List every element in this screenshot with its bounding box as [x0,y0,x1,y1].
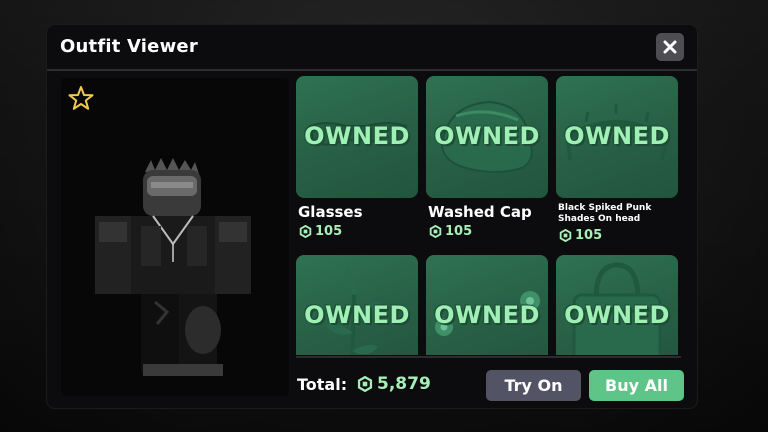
item-thumbnail[interactable]: OWNED [556,76,678,198]
item-card[interactable]: OWNED Black Spiked Punk Shades On head 1… [556,76,678,243]
total-label: Total: [297,375,348,394]
item-price-value: 105 [575,228,603,243]
footer-divider [296,356,681,358]
item-name: Glasses [298,203,363,221]
avatar-figure [95,158,251,376]
avatar-preview[interactable] [61,78,289,396]
try-on-button[interactable]: Try On [486,370,581,401]
close-icon [663,40,677,54]
item-price-value: 105 [315,224,343,239]
item-price: 105 [299,224,418,239]
close-button[interactable] [656,33,684,61]
item-thumbnail[interactable]: OWNED [426,76,548,198]
item-price-value: 105 [445,224,473,239]
modal-header: Outfit Viewer [47,25,697,71]
owned-label: OWNED [564,301,670,329]
item-price: 105 [429,224,548,239]
item-price: 105 [559,228,678,243]
favorite-star-icon[interactable] [68,85,94,111]
outfit-viewer-modal: Outfit Viewer OWNED Glasses 105 OWNED Wa… [47,25,697,408]
robux-icon [559,229,572,242]
item-name: Washed Cap [428,203,532,221]
owned-label: OWNED [564,122,670,150]
owned-label: OWNED [304,301,410,329]
item-card[interactable]: OWNED [426,255,548,355]
item-name: Black Spiked Punk Shades On head [558,203,652,224]
item-thumbnail[interactable]: OWNED [426,255,548,355]
robux-icon [429,225,442,238]
item-card[interactable]: OWNED [296,255,418,355]
robux-icon [299,225,312,238]
owned-label: OWNED [434,122,540,150]
item-thumbnail[interactable]: OWNED [296,255,418,355]
modal-title: Outfit Viewer [60,36,198,57]
owned-label: OWNED [434,301,540,329]
buy-all-button[interactable]: Buy All [589,370,684,401]
item-card[interactable]: OWNED [556,255,678,355]
item-thumbnail[interactable]: OWNED [296,76,418,198]
robux-icon [357,376,373,392]
total-amount: 5,879 [357,374,431,394]
item-card[interactable]: OWNED Glasses 105 [296,76,418,239]
item-card[interactable]: OWNED Washed Cap 105 [426,76,548,239]
item-thumbnail[interactable]: OWNED [556,255,678,355]
item-grid[interactable]: OWNED Glasses 105 OWNED Washed Cap 105 O… [296,76,681,355]
total-value: 5,879 [377,374,431,394]
owned-label: OWNED [304,122,410,150]
